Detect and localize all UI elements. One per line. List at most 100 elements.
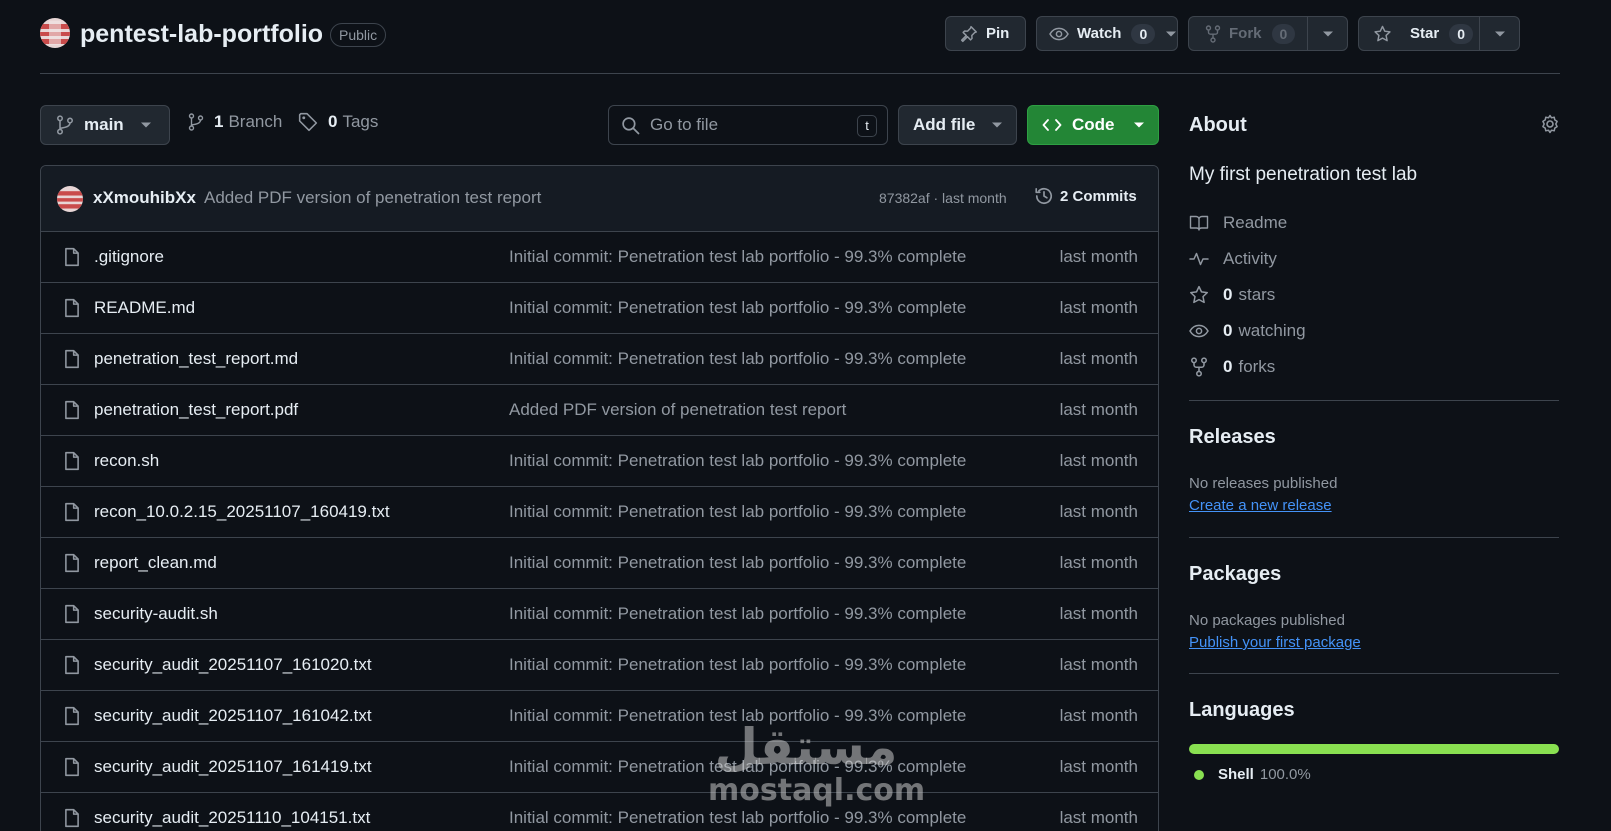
file-browser: xXmouhibXx Added PDF version of penetrat… (40, 165, 1159, 831)
commit-message[interactable]: Added PDF version of penetration test re… (204, 188, 541, 208)
commit-hash-time[interactable]: 87382af · last month (879, 190, 1007, 206)
branch-icon (56, 115, 74, 135)
file-name[interactable]: penetration_test_report.pdf (94, 400, 298, 420)
file-name[interactable]: security-audit.sh (94, 604, 218, 624)
readme-link[interactable]: Readme (1189, 213, 1287, 233)
commit-author-avatar[interactable] (57, 186, 83, 212)
repo-name[interactable]: pentest-lab-portfolio (80, 18, 323, 50)
code-button[interactable]: Code (1027, 105, 1159, 145)
releases-heading[interactable]: Releases (1189, 426, 1276, 449)
file-commit-message[interactable]: Initial commit: Penetration test lab por… (509, 757, 999, 777)
language-shell[interactable]: Shell 100.0% (1194, 766, 1311, 783)
file-name[interactable]: .gitignore (94, 247, 164, 267)
file-commit-date: last month (1059, 757, 1138, 776)
sidebar-divider (1189, 400, 1559, 401)
publish-package-link[interactable]: Publish your first package (1189, 634, 1361, 651)
file-commit-message[interactable]: Initial commit: Penetration test lab por… (509, 298, 999, 318)
sidebar-divider (1189, 537, 1559, 538)
branches-link[interactable]: 1 Branch (188, 112, 282, 132)
packages-heading[interactable]: Packages (1189, 563, 1281, 586)
file-name[interactable]: security_audit_20251110_104151.txt (94, 808, 370, 828)
file-row[interactable]: recon_10.0.2.15_20251107_160419.txt Initi… (41, 487, 1158, 538)
file-commit-message[interactable]: Initial commit: Penetration test lab por… (509, 604, 999, 624)
file-name[interactable]: penetration_test_report.md (94, 349, 298, 369)
language-name: Shell (1218, 766, 1254, 783)
file-commit-message[interactable]: Initial commit: Penetration test lab por… (509, 808, 999, 828)
file-icon (63, 604, 81, 624)
file-row[interactable]: penetration_test_report.md Initial commit… (41, 334, 1158, 385)
sidebar-divider (1189, 673, 1559, 674)
language-percent: 100.0% (1259, 766, 1311, 783)
file-commit-message[interactable]: Initial commit: Penetration test lab por… (509, 349, 999, 369)
file-commit-message[interactable]: Initial commit: Penetration test lab por… (509, 451, 999, 471)
commits-history-link[interactable]: 2 Commits (1034, 186, 1137, 206)
file-row[interactable]: penetration_test_report.pdf Added PDF ver… (41, 385, 1158, 436)
commit-author[interactable]: xXmouhibXx (93, 188, 196, 208)
pin-button[interactable]: Pin (945, 16, 1026, 51)
file-name[interactable]: report_clean.md (94, 553, 217, 573)
branch-count-label: Branch (228, 112, 283, 131)
file-row[interactable]: README.md Initial commit: Penetration tes… (41, 283, 1158, 334)
file-commit-message[interactable]: Initial commit: Penetration test lab por… (509, 655, 999, 675)
file-icon (63, 451, 81, 471)
file-commit-message[interactable]: Added PDF version of penetration test re… (509, 400, 999, 420)
watching-link[interactable]: 0 watching (1189, 321, 1306, 341)
forks-label: forks (1238, 357, 1276, 376)
file-row[interactable]: recon.sh Initial commit: Penetration test… (41, 436, 1158, 487)
file-commit-date: last month (1059, 247, 1138, 266)
pin-label: Pin (986, 25, 1010, 42)
file-icon (63, 553, 81, 573)
file-commit-message[interactable]: Initial commit: Penetration test lab por… (509, 553, 999, 573)
star-dropdown-caret[interactable] (1479, 17, 1519, 50)
forks-link[interactable]: 0 forks (1189, 357, 1275, 377)
file-commit-message[interactable]: Initial commit: Penetration test lab por… (509, 502, 999, 522)
file-commit-message[interactable]: Initial commit: Penetration test lab por… (509, 247, 999, 267)
file-row[interactable]: security-audit.sh Initial commit: Penetra… (41, 589, 1158, 640)
file-row[interactable]: report_clean.md Initial commit: Penetrati… (41, 538, 1158, 589)
header-divider (40, 73, 1560, 74)
file-row[interactable]: security_audit_20251107_161020.txt Initia… (41, 640, 1158, 691)
file-name[interactable]: security_audit_20251107_161419.txt (94, 757, 372, 777)
file-icon (63, 349, 81, 369)
keyboard-shortcut-hint: t (857, 115, 877, 137)
owner-avatar[interactable] (40, 18, 70, 48)
file-name[interactable]: README.md (94, 298, 195, 318)
releases-empty-note: No releases published (1189, 475, 1338, 492)
activity-link[interactable]: Activity (1189, 249, 1277, 269)
fork-button[interactable]: Fork 0 (1188, 16, 1348, 51)
fork-icon (1189, 357, 1209, 377)
add-file-button[interactable]: Add file (898, 105, 1017, 145)
file-commit-message[interactable]: Initial commit: Penetration test lab por… (509, 706, 999, 726)
file-commit-date: last month (1059, 553, 1138, 572)
language-color-dot (1194, 769, 1204, 780)
create-release-link[interactable]: Create a new release (1189, 497, 1332, 514)
file-row[interactable]: .gitignore Initial commit: Penetration te… (41, 232, 1158, 283)
file-commit-date: last month (1059, 400, 1138, 419)
file-name[interactable]: security_audit_20251107_161020.txt (94, 655, 372, 675)
watch-button[interactable]: Watch 0 (1036, 16, 1178, 51)
fork-count: 0 (1271, 23, 1296, 44)
file-commit-date: last month (1059, 298, 1138, 317)
file-commit-date: last month (1059, 451, 1138, 470)
file-row[interactable]: security_audit_20251107_161042.txt Initia… (41, 691, 1158, 742)
code-label: Code (1072, 115, 1115, 134)
stars-link[interactable]: 0 stars (1189, 285, 1275, 305)
fork-dropdown-caret[interactable] (1307, 17, 1347, 50)
go-to-file-input[interactable]: Go to file t (608, 105, 888, 145)
branch-icon (188, 112, 204, 132)
star-count: 0 (1449, 23, 1473, 44)
stars-count: 0 (1223, 285, 1233, 304)
file-icon (63, 298, 81, 318)
tags-link[interactable]: 0 Tags (298, 112, 378, 132)
visibility-badge: Public (330, 23, 387, 47)
file-row[interactable]: security_audit_20251110_104151.txt Initia… (41, 793, 1158, 831)
watch-count: 0 (1131, 23, 1156, 44)
branch-selector[interactable]: main (40, 105, 170, 145)
file-row[interactable]: security_audit_20251107_161419.txt Initia… (41, 742, 1158, 793)
star-button[interactable]: Star 0 (1358, 16, 1520, 51)
gear-icon[interactable] (1540, 114, 1560, 134)
file-name[interactable]: recon_10.0.2.15_20251107_160419.txt (94, 502, 390, 522)
file-commit-date: last month (1059, 655, 1138, 674)
file-name[interactable]: security_audit_20251107_161042.txt (94, 706, 372, 726)
file-name[interactable]: recon.sh (94, 451, 159, 471)
